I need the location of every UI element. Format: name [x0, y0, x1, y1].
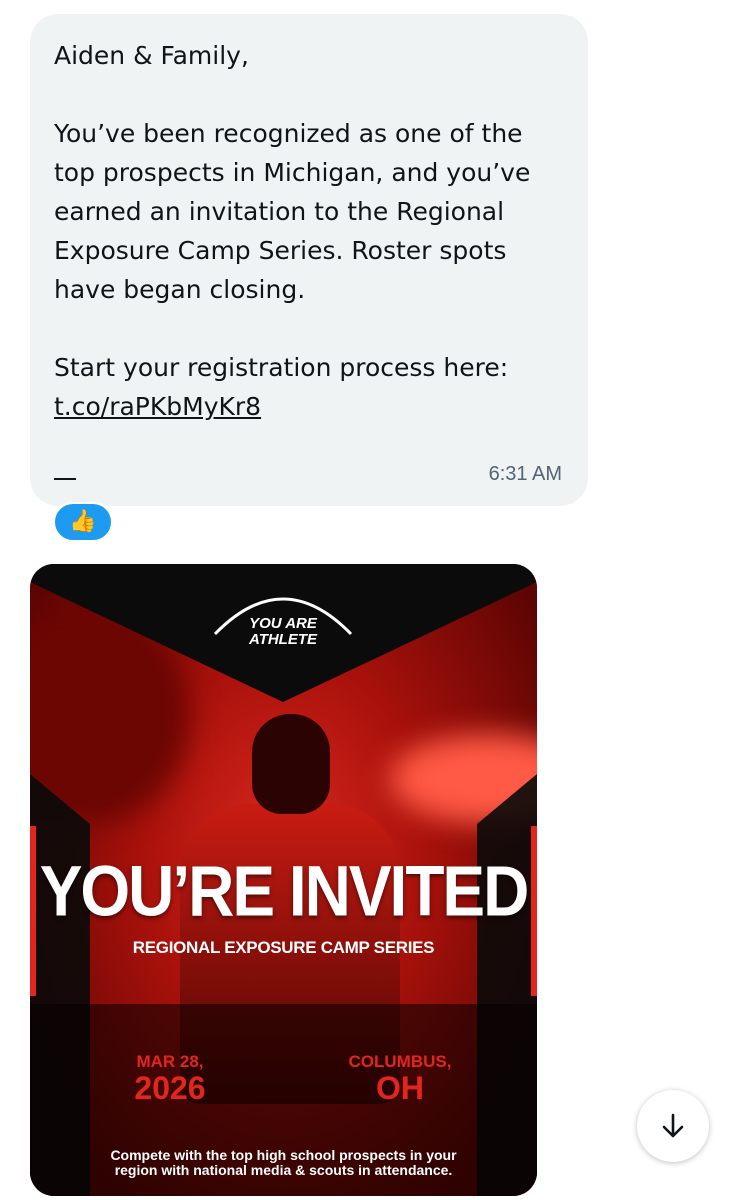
flyer-headline: YOU’RE INVITED — [39, 850, 530, 932]
flyer-subheadline: REGIONAL EXPOSURE CAMP SERIES — [132, 938, 435, 957]
flyer-footer-text: Compete with the top high school prospec… — [30, 1148, 537, 1178]
footer-line-2: region with national media & scouts in a… — [114, 1162, 453, 1178]
logo-line-1: YOU ARE — [249, 615, 317, 632]
message-timestamp: 6:31 AM — [488, 463, 562, 485]
message-bubble[interactable]: Aiden & Family, You’ve been recognized a… — [30, 14, 588, 506]
camp-flyer-image[interactable]: YOU ARE ATHLETE YOU’RE INVITED REGIONAL … — [30, 564, 537, 1196]
message-cta: Start your registration process here: — [54, 353, 509, 382]
logo-line-2: ATHLETE — [248, 631, 318, 648]
message-divider — [54, 478, 76, 480]
event-location-line-2: OH — [376, 1070, 424, 1106]
event-date-line-2: 2026 — [134, 1070, 206, 1106]
event-date-line-1: MAR 28, — [136, 1052, 204, 1071]
message-body: You’ve been recognized as one of the top… — [54, 119, 531, 304]
arrow-down-icon — [662, 1113, 684, 1138]
event-location-line-1: COLUMBUS, — [348, 1052, 452, 1071]
thumbs-up-icon: 👍 — [69, 509, 97, 534]
registration-link[interactable]: t.co/raPKbMyKr8 — [54, 387, 564, 426]
athlete-logo: YOU ARE ATHLETE — [208, 594, 358, 664]
message-greeting: Aiden & Family, — [54, 41, 249, 70]
scroll-to-bottom-button[interactable] — [637, 1090, 709, 1162]
thumbs-up-reaction[interactable]: 👍 — [53, 502, 113, 542]
footer-line-1: Compete with the top high school prospec… — [110, 1147, 457, 1163]
